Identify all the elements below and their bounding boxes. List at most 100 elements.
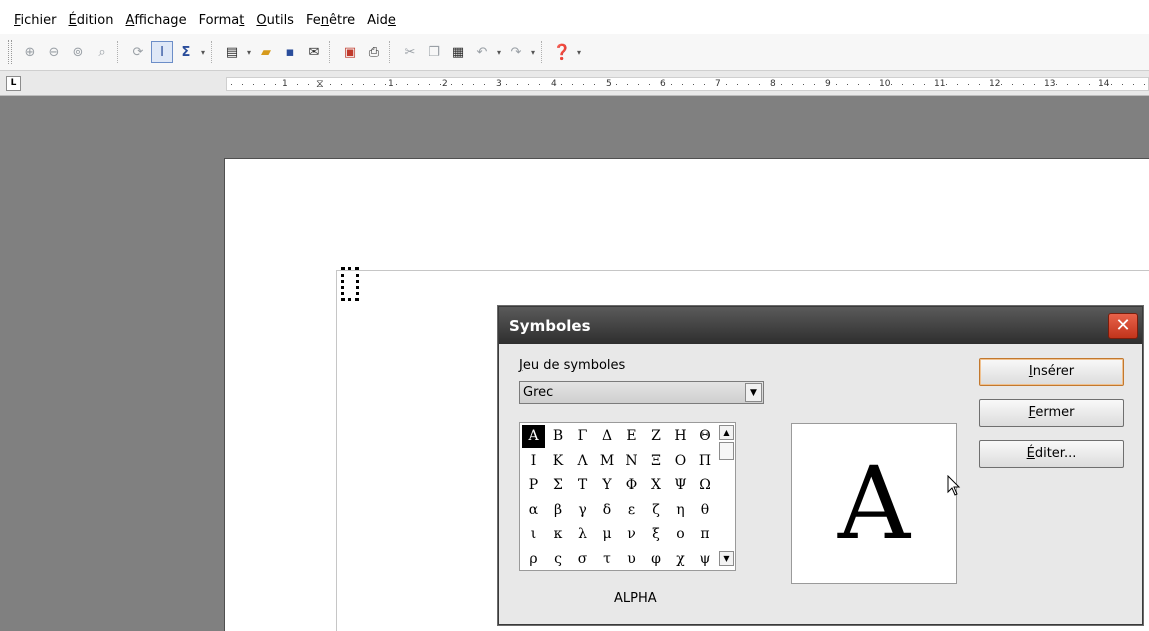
symbol-cell[interactable]: ν — [620, 523, 643, 546]
symbol-cell[interactable]: Ι — [522, 450, 545, 473]
edit-button[interactable]: Éditer... — [979, 440, 1124, 468]
symbol-cell[interactable]: Ρ — [522, 474, 545, 497]
symbol-cell[interactable]: ξ — [645, 523, 668, 546]
ruler-tick — [913, 84, 914, 85]
symbol-cell[interactable]: Χ — [645, 474, 668, 497]
zoom-100-icon[interactable]: ⊚ — [67, 41, 89, 63]
symbol-cell[interactable]: η — [669, 499, 692, 522]
formula-cursor-icon[interactable]: Ⅰ — [151, 41, 173, 63]
dialog-titlebar[interactable]: Symboles ✕ — [499, 307, 1142, 344]
zoom-in-icon[interactable]: ⊕ — [19, 41, 41, 63]
symbol-cell[interactable]: Υ — [596, 474, 619, 497]
symbol-cell[interactable]: υ — [620, 548, 643, 571]
menu-outils[interactable]: Outils — [250, 0, 300, 34]
symbol-cell[interactable]: π — [694, 523, 717, 546]
symbol-cell[interactable]: χ — [669, 548, 692, 571]
scroll-thumb[interactable] — [719, 442, 734, 460]
menu-affichage[interactable]: Affichage — [119, 0, 192, 34]
symbol-cell[interactable]: μ — [596, 523, 619, 546]
zoom-icon[interactable]: ⌕ — [91, 41, 113, 63]
formula-placeholder[interactable] — [341, 267, 359, 301]
symbol-cell[interactable]: ι — [522, 523, 545, 546]
symbol-cell[interactable]: ζ — [645, 499, 668, 522]
symbol-cell[interactable]: ψ — [694, 548, 717, 571]
symbol-cell[interactable]: Θ — [694, 425, 717, 448]
symbol-cell[interactable]: δ — [596, 499, 619, 522]
symbol-cell[interactable]: ρ — [522, 548, 545, 571]
symbol-cell[interactable]: Ζ — [645, 425, 668, 448]
symbol-cell[interactable]: ε — [620, 499, 643, 522]
symbol-cell[interactable]: θ — [694, 499, 717, 522]
symbol-cell[interactable]: Ν — [620, 450, 643, 473]
symbol-cell[interactable]: α — [522, 499, 545, 522]
close-icon[interactable]: ✕ — [1108, 312, 1138, 339]
copy-icon[interactable]: ❐ — [423, 41, 445, 63]
export-pdf-icon[interactable]: ▣ — [339, 41, 361, 63]
ruler-number: 12 — [988, 78, 1002, 90]
ruler-tick — [748, 84, 749, 85]
toolbar-overflow-icon[interactable]: ▾ — [574, 48, 584, 57]
close-button[interactable]: Fermer — [979, 399, 1124, 427]
zoom-out-icon[interactable]: ⊖ — [43, 41, 65, 63]
symbol-set-select[interactable]: Grec ▼ — [519, 381, 764, 404]
undo-dropdown-icon[interactable]: ▾ — [494, 48, 504, 57]
symbol-cell[interactable]: Σ — [547, 474, 570, 497]
menu-fenetre[interactable]: Fenêtre — [300, 0, 361, 34]
symbol-cell[interactable]: Κ — [547, 450, 570, 473]
symbol-cell[interactable]: Ξ — [645, 450, 668, 473]
symbol-cell[interactable]: Ε — [620, 425, 643, 448]
help-icon[interactable]: ❓ — [551, 41, 573, 63]
horizontal-ruler[interactable]: ⧖ 11234567891011121314 — [226, 77, 1149, 91]
print-icon[interactable]: ⎙ — [363, 41, 385, 63]
symbol-cell[interactable]: ο — [669, 523, 692, 546]
email-icon[interactable]: ✉ — [303, 41, 325, 63]
symbol-cell[interactable]: Φ — [620, 474, 643, 497]
symbol-cell[interactable]: ς — [547, 548, 570, 571]
symbol-cell[interactable]: β — [547, 499, 570, 522]
menu-format[interactable]: Format — [193, 0, 251, 34]
scroll-up-icon[interactable]: ▲ — [719, 425, 734, 440]
undo-icon[interactable]: ↶ — [471, 41, 493, 63]
new-document-icon[interactable]: ▤ — [221, 41, 243, 63]
symbol-cell[interactable]: Β — [547, 425, 570, 448]
symbol-cell[interactable]: τ — [596, 548, 619, 571]
ruler-tick — [638, 84, 639, 85]
refresh-icon[interactable]: ⟳ — [127, 41, 149, 63]
symbol-cell[interactable]: Ω — [694, 474, 717, 497]
symbol-cell[interactable]: Α — [522, 425, 545, 448]
symbol-cell[interactable]: Γ — [571, 425, 594, 448]
menu-aide[interactable]: Aide — [361, 0, 402, 34]
symbol-grid-scrollbar[interactable]: ▲ ▼ — [719, 425, 734, 568]
symbol-cell[interactable]: Π — [694, 450, 717, 473]
new-dropdown-icon[interactable]: ▾ — [244, 48, 254, 57]
chevron-down-icon[interactable]: ▼ — [745, 383, 762, 402]
menu-fichier[interactable]: Fichier — [8, 0, 63, 34]
toolbar-overflow-icon[interactable]: ▾ — [198, 48, 208, 57]
symbols-icon[interactable]: Σ — [175, 41, 197, 63]
save-icon[interactable]: ▪ — [279, 41, 301, 63]
symbol-cell[interactable]: Ψ — [669, 474, 692, 497]
symbol-cell[interactable]: σ — [571, 548, 594, 571]
cut-icon[interactable]: ✂ — [399, 41, 421, 63]
symbol-cell[interactable]: Η — [669, 425, 692, 448]
paste-icon[interactable]: ▦ — [447, 41, 469, 63]
symbol-cell[interactable]: Ο — [669, 450, 692, 473]
insert-button[interactable]: Insérer — [979, 358, 1124, 386]
symbol-grid[interactable]: ▲ ▼ ΑΒΓΔΕΖΗΘ ΙΚΛΜΝΞΟΠ ΡΣΤΥΦΧΨΩαβγδεζηθ ικλμ… — [519, 422, 736, 571]
open-folder-icon[interactable]: ▰ — [255, 41, 277, 63]
symbol-cell[interactable]: Μ — [596, 450, 619, 473]
redo-icon[interactable]: ↷ — [505, 41, 527, 63]
symbol-cell[interactable]: κ — [547, 523, 570, 546]
symbol-cell[interactable]: Τ — [571, 474, 594, 497]
symbol-cell[interactable]: Δ — [596, 425, 619, 448]
ruler-tick — [924, 84, 925, 85]
symbol-cell[interactable]: Λ — [571, 450, 594, 473]
redo-dropdown-icon[interactable]: ▾ — [528, 48, 538, 57]
symbol-cell[interactable]: φ — [645, 548, 668, 571]
symbol-cell[interactable]: λ — [571, 523, 594, 546]
toolbar-grip[interactable] — [8, 40, 12, 64]
scroll-down-icon[interactable]: ▼ — [719, 551, 734, 566]
symbol-cell[interactable]: γ — [571, 499, 594, 522]
menu-edition[interactable]: Édition — [63, 0, 120, 34]
tab-stop-type-button[interactable]: L — [6, 76, 21, 91]
